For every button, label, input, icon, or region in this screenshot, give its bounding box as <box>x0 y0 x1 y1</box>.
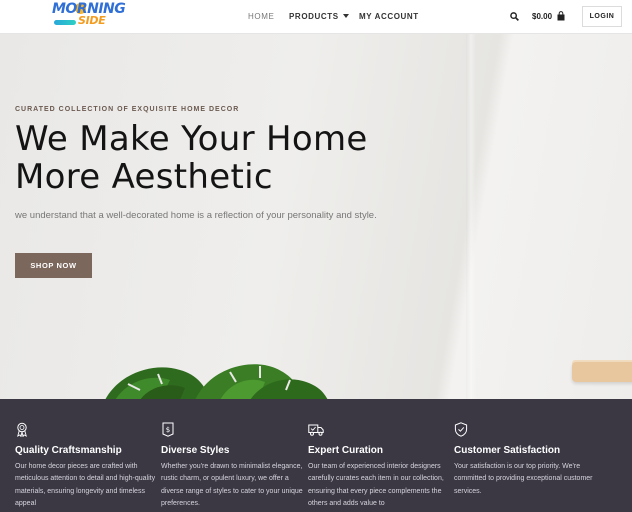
feature-title: Customer Satisfaction <box>454 445 561 456</box>
site-header: MORNING SIDE HOME PRODUCTS MY ACCOUNT $0… <box>0 0 632 34</box>
cart-amount[interactable]: $0.00 <box>532 12 552 21</box>
svg-text:$: $ <box>166 426 170 434</box>
feature-description: Our home decor pieces are crafted with m… <box>15 463 156 507</box>
hero-subtext: we understand that a well-decorated home… <box>15 210 377 221</box>
price-tag-icon: $ <box>162 422 174 437</box>
logo-word-side: SIDE <box>78 14 106 27</box>
hero-section: CURATED COLLECTION OF EXQUISITE HOME DEC… <box>0 0 632 399</box>
features-band: Quality Craftsmanship Our home decor pie… <box>0 399 632 512</box>
login-button[interactable]: LOGIN <box>582 6 622 27</box>
feature-description: Your satisfaction is our top priority. W… <box>454 463 593 495</box>
shield-check-icon <box>454 422 468 437</box>
nav-products-label: PRODUCTS <box>289 12 339 21</box>
shopping-bag-icon[interactable] <box>557 11 565 21</box>
morning-side-logo[interactable]: MORNING SIDE <box>52 1 128 29</box>
feature-description: Our team of experienced interior designe… <box>308 463 444 507</box>
feature-description: Whether you're drawn to minimalist elega… <box>161 463 303 507</box>
monstera-plant-image <box>105 364 328 399</box>
nav-products-link[interactable]: PRODUCTS <box>289 12 349 21</box>
logo-wave-mark <box>54 20 76 25</box>
ribbon-award-icon <box>17 422 27 437</box>
hero-headline-line1: We Make Your Home <box>15 119 368 159</box>
hero-headline: We Make Your Home More Aesthetic <box>15 120 435 196</box>
wooden-shelf <box>572 362 632 382</box>
nav-my-account-link[interactable]: MY ACCOUNT <box>359 12 419 21</box>
delivery-truck-icon <box>308 424 324 436</box>
hero-eyebrow: CURATED COLLECTION OF EXQUISITE HOME DEC… <box>15 106 240 113</box>
nav-home-link[interactable]: HOME <box>248 12 274 21</box>
shop-now-button[interactable]: SHOP NOW <box>15 253 92 278</box>
search-icon[interactable] <box>510 12 519 21</box>
feature-diverse-styles: $ Diverse Styles Whether you're drawn to… <box>161 399 307 512</box>
feature-title: Quality Craftsmanship <box>15 445 122 456</box>
hero-headline-line2: More Aesthetic <box>15 157 273 197</box>
wall-corner-shading <box>466 0 476 399</box>
feature-title: Expert Curation <box>308 445 384 456</box>
feature-title: Diverse Styles <box>161 445 230 456</box>
caret-down-icon <box>342 14 349 18</box>
feature-expert-curation: Expert Curation Our team of experienced … <box>308 399 454 512</box>
feature-quality-craftsmanship: Quality Craftsmanship Our home decor pie… <box>15 399 161 512</box>
feature-customer-satisfaction: Customer Satisfaction Your satisfaction … <box>454 399 600 512</box>
